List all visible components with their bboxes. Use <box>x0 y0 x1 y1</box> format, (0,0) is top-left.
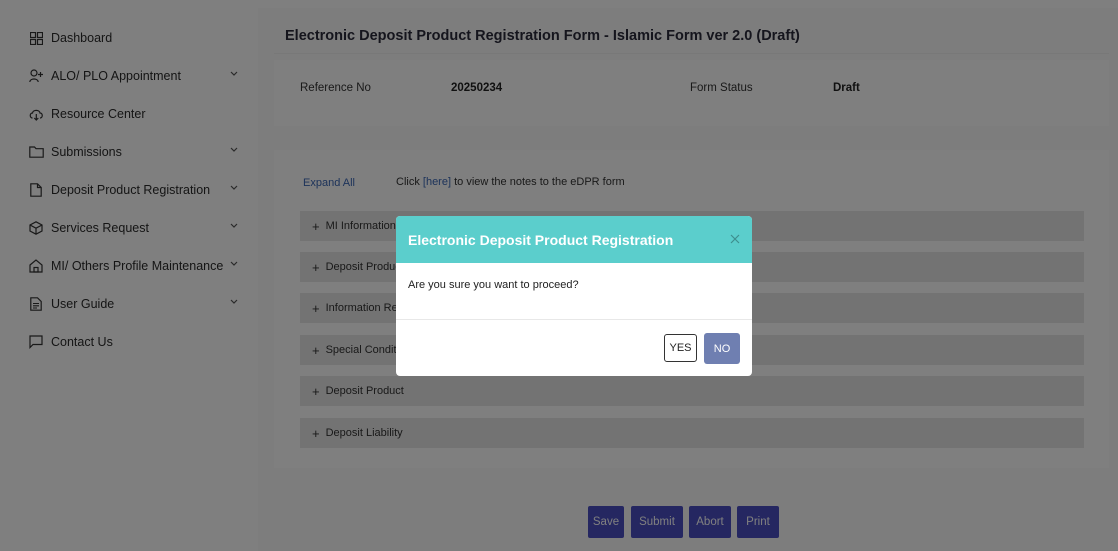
close-icon[interactable] <box>728 232 742 246</box>
dialog-title: Electronic Deposit Product Registration <box>408 231 674 248</box>
dialog-divider <box>396 319 752 320</box>
yes-button[interactable]: YES <box>664 334 697 362</box>
confirm-dialog: Electronic Deposit Product Registration … <box>396 216 752 376</box>
no-button[interactable]: NO <box>704 333 740 364</box>
dialog-message: Are you sure you want to proceed? <box>408 279 579 291</box>
dialog-header: Electronic Deposit Product Registration <box>396 216 752 263</box>
